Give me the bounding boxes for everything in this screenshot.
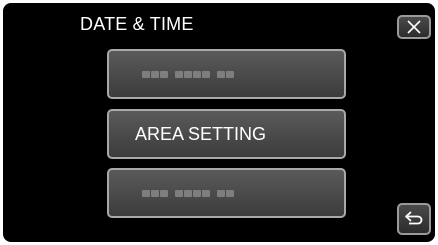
screen: DATE & TIME AREA SETTING — [3, 3, 435, 242]
close-button[interactable] — [397, 15, 431, 39]
back-button[interactable] — [397, 203, 431, 235]
area-setting-button[interactable]: AREA SETTING — [107, 109, 346, 159]
menu-item-3[interactable] — [107, 168, 346, 218]
menu-item-1[interactable] — [107, 49, 346, 99]
back-arrow-icon — [405, 211, 423, 225]
close-icon — [407, 20, 421, 34]
menu-item-placeholder — [142, 189, 241, 197]
menu-item-placeholder — [142, 70, 241, 78]
page-title: DATE & TIME — [80, 14, 194, 34]
menu-item-label: AREA SETTING — [135, 123, 267, 144]
